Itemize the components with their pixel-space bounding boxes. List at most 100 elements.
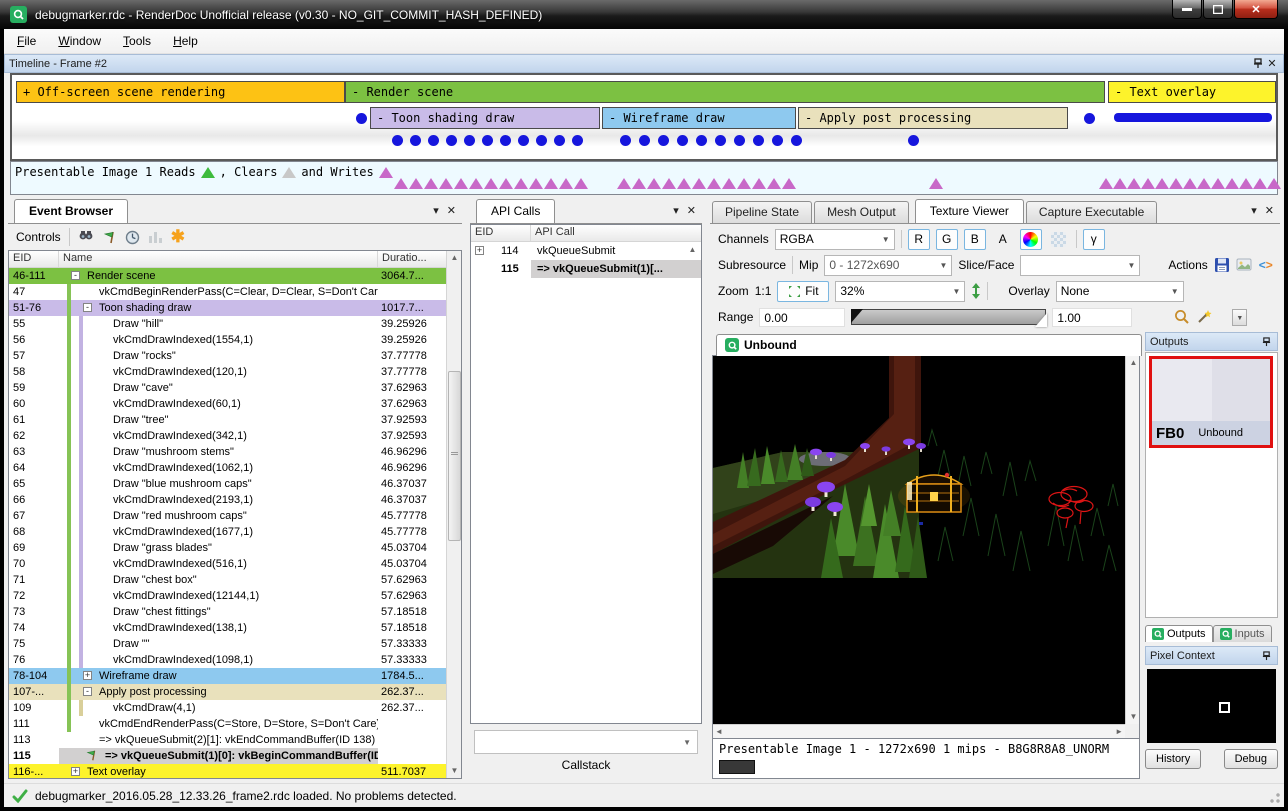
event-row-116-...[interactable]: 116-...+Text overlay511.7037 [9, 764, 461, 779]
maximize-button[interactable] [1203, 0, 1233, 19]
range-slider[interactable] [851, 309, 1046, 325]
draw-event-dot[interactable] [677, 135, 688, 146]
scroll-up-icon[interactable]: ▲ [448, 251, 461, 265]
write-usage-marker[interactable] [737, 178, 751, 189]
collapse-icon[interactable]: - [83, 303, 92, 312]
event-row-58[interactable]: 58vkCmdDrawIndexed(120,1)37.77778 [9, 364, 461, 380]
texture-vertical-scrollbar[interactable]: ▲ ▼ [1125, 356, 1139, 724]
write-usage-marker[interactable] [707, 178, 721, 189]
timeline-dock-header[interactable]: Timeline - Frame #2 ✕ [4, 54, 1284, 73]
pixel-context-view[interactable] [1147, 669, 1276, 743]
write-usage-marker[interactable] [632, 178, 646, 189]
event-row-74[interactable]: 74vkCmdDrawIndexed(138,1)57.18518 [9, 620, 461, 636]
slice-face-combo[interactable]: ▼ [1020, 255, 1140, 276]
write-usage-marker[interactable] [1253, 178, 1267, 189]
channel-g-button[interactable]: G [936, 229, 958, 250]
draw-event-dot[interactable] [620, 135, 631, 146]
write-usage-marker[interactable] [424, 178, 438, 189]
range-black-handle[interactable] [851, 309, 863, 323]
write-usage-marker[interactable] [574, 178, 588, 189]
draw-event-dot[interactable] [392, 135, 403, 146]
write-usage-marker[interactable] [1113, 178, 1127, 189]
tab-texture-viewer[interactable]: Texture Viewer [915, 199, 1024, 223]
write-usage-marker[interactable] [1127, 178, 1141, 189]
mip-combo[interactable]: 0 - 1272x690▼ [824, 255, 952, 276]
write-usage-marker[interactable] [662, 178, 676, 189]
write-usage-marker[interactable] [1225, 178, 1239, 189]
range-max-value[interactable]: 1.00 [1052, 308, 1132, 327]
draw-event-dot[interactable] [696, 135, 707, 146]
write-usage-marker[interactable] [617, 178, 631, 189]
write-usage-marker[interactable] [1183, 178, 1197, 189]
write-usage-marker[interactable] [752, 178, 766, 189]
goto-event-flag-icon[interactable] [102, 230, 117, 245]
event-row-75[interactable]: 75Draw ""57.33333 [9, 636, 461, 652]
draw-event-dot[interactable] [410, 135, 421, 146]
write-usage-marker[interactable] [1141, 178, 1155, 189]
gamma-button[interactable]: γ [1083, 229, 1105, 250]
zoom-fit-button[interactable]: Fit [777, 281, 829, 302]
tab-pipeline-state[interactable]: Pipeline State [712, 201, 812, 223]
scroll-down-icon[interactable]: ▼ [448, 764, 461, 778]
write-usage-marker[interactable] [1211, 178, 1225, 189]
menu-help[interactable]: Help [164, 31, 207, 51]
chevron-down-icon[interactable]: ▾ [673, 204, 679, 217]
tab-capture-executable[interactable]: Capture Executable [1026, 201, 1157, 223]
event-row-51-76[interactable]: 51-76-Toon shading draw1017.7... [9, 300, 461, 316]
expand-icon[interactable]: + [475, 246, 484, 255]
pixel-context-header[interactable]: Pixel Context [1145, 646, 1278, 665]
write-usage-marker[interactable] [767, 178, 781, 189]
tab-unbound-texture[interactable]: Unbound [716, 334, 1142, 356]
api-row-115[interactable]: 115=> vkQueueSubmit(1)[... [471, 260, 701, 278]
write-usage-marker[interactable] [454, 178, 468, 189]
fb0-thumbnail[interactable]: FB0 Unbound [1149, 356, 1273, 448]
event-row-46-111[interactable]: 46-111-Render scene3064.7... [9, 268, 461, 284]
color-wheel-icon[interactable] [1020, 229, 1042, 250]
event-row-71[interactable]: 71Draw "chest box"57.62963 [9, 572, 461, 588]
zoom-level-combo[interactable]: 32%▼ [835, 281, 965, 302]
write-usage-marker[interactable] [647, 178, 661, 189]
write-usage-marker[interactable] [722, 178, 736, 189]
range-white-handle[interactable] [1035, 313, 1047, 327]
minimize-button[interactable] [1172, 0, 1202, 19]
api-row-114[interactable]: +114vkQueueSubmit [471, 242, 701, 260]
close-icon[interactable]: ✕ [1265, 204, 1274, 217]
autofit-wand-icon[interactable] [1196, 309, 1212, 325]
stats-icon[interactable] [148, 230, 163, 244]
draw-event-dot[interactable] [446, 135, 457, 146]
write-usage-marker[interactable] [514, 178, 528, 189]
expand-icon[interactable]: + [83, 671, 92, 680]
write-usage-marker[interactable] [1169, 178, 1183, 189]
event-row-107-...[interactable]: 107-...-Apply post processing262.37... [9, 684, 461, 700]
overflow-combo[interactable]: ▼ [1232, 309, 1247, 326]
channel-b-button[interactable]: B [964, 229, 986, 250]
pin-icon[interactable] [1259, 335, 1273, 349]
event-row-115[interactable]: 115=> vkQueueSubmit(1)[0]: vkBeginComman… [9, 748, 461, 764]
time-durations-clock-icon[interactable] [125, 230, 140, 245]
draw-event-dot[interactable] [1084, 113, 1095, 124]
save-icon[interactable] [1214, 257, 1230, 273]
write-usage-marker[interactable] [499, 178, 513, 189]
event-row-59[interactable]: 59Draw "cave"37.62963 [9, 380, 461, 396]
history-button[interactable]: History [1145, 749, 1201, 769]
bookmark-icon[interactable]: ✱ [171, 230, 185, 244]
event-tree-header[interactable]: EID Name Duratio... [9, 251, 461, 268]
event-row-109[interactable]: 109vkCmdDraw(4,1)262.37... [9, 700, 461, 716]
event-row-61[interactable]: 61Draw "tree"37.92593 [9, 412, 461, 428]
event-row-60[interactable]: 60vkCmdDrawIndexed(60,1)37.62963 [9, 396, 461, 412]
event-row-78-104[interactable]: 78-104+Wireframe draw1784.5... [9, 668, 461, 684]
draw-event-dot[interactable] [791, 135, 802, 146]
chevron-down-icon[interactable]: ▾ [433, 204, 439, 217]
draw-event-dot[interactable] [753, 135, 764, 146]
menu-file[interactable]: File [8, 31, 45, 51]
pin-icon[interactable] [1259, 649, 1273, 663]
tab-inputs[interactable]: Inputs [1213, 625, 1272, 642]
write-usage-marker[interactable] [529, 178, 543, 189]
draw-event-dot[interactable] [356, 113, 367, 124]
event-row-62[interactable]: 62vkCmdDrawIndexed(342,1)37.92593 [9, 428, 461, 444]
event-row-56[interactable]: 56vkCmdDrawIndexed(1554,1)39.25926 [9, 332, 461, 348]
write-usage-marker[interactable] [929, 178, 943, 189]
draw-event-dot[interactable] [518, 135, 529, 146]
flip-y-icon[interactable] [971, 283, 981, 299]
timeline-marker-off-screen-scene-rendering[interactable]: + Off-screen scene rendering [16, 81, 345, 103]
